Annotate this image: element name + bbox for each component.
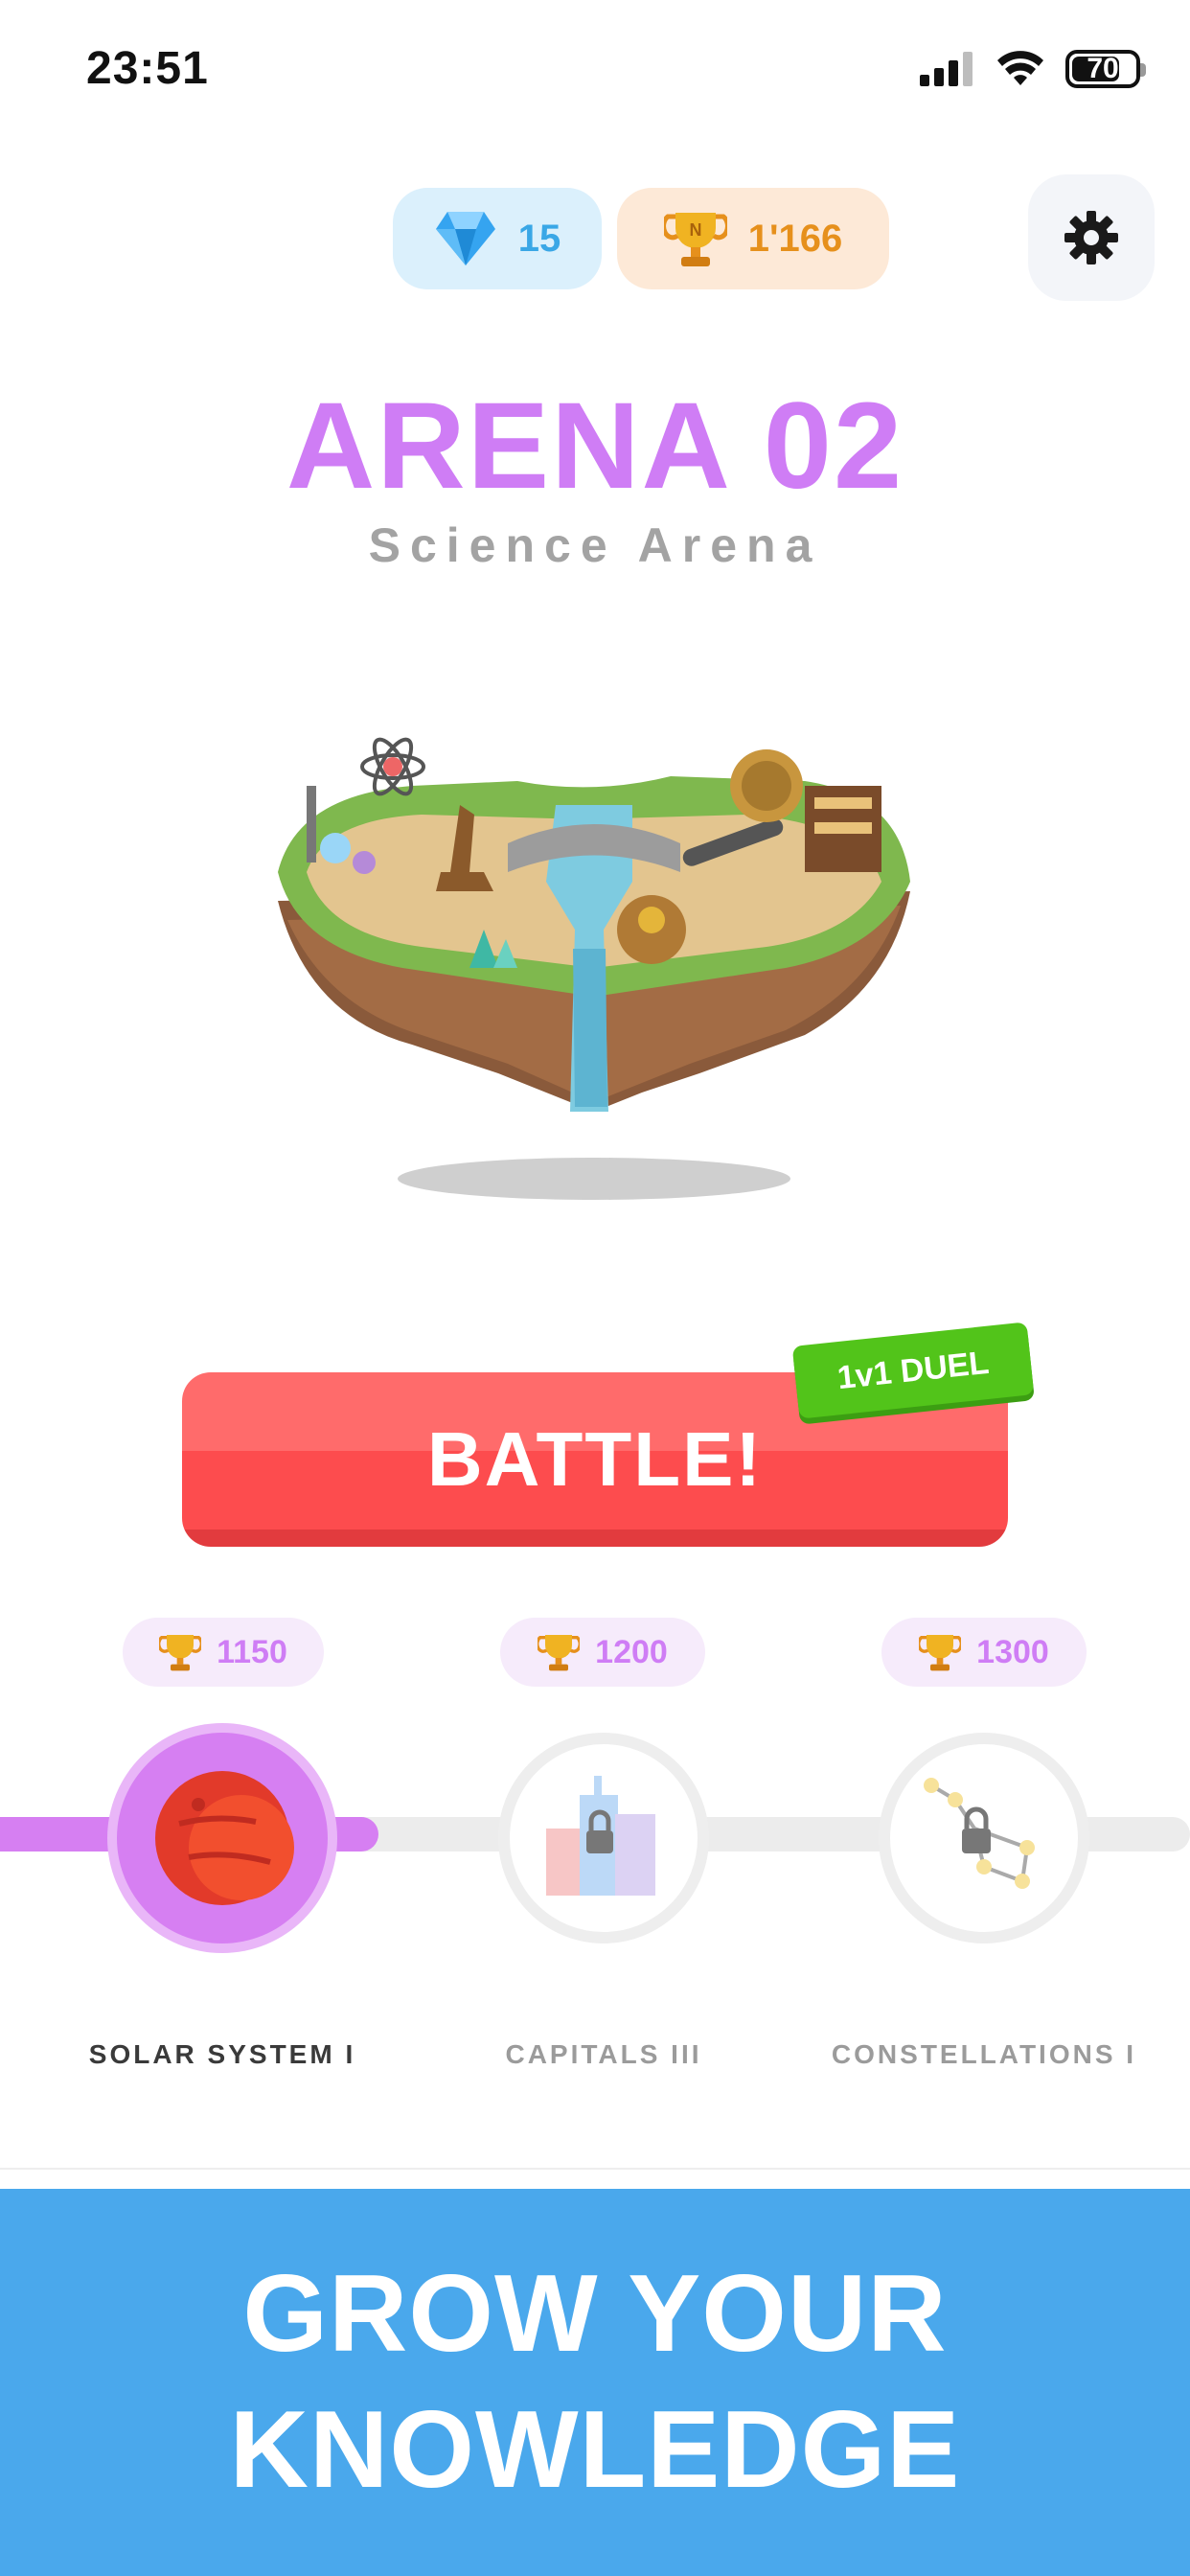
status-time: 23:51 [86,43,209,94]
level-label-capitals: CAPITALS III [505,2039,702,2069]
gems-count: 15 [517,217,561,260]
level-label-constellations: CONSTELLATIONS I [831,2039,1137,2069]
constellation-lock-icon [924,1778,1035,1889]
battery-percentage: 70 [1087,53,1119,84]
level-label-solar-system: SOLAR SYSTEM I [88,2039,356,2069]
city-lock-icon [546,1776,655,1896]
level-trophy-requirement: 1200 [500,1618,705,1687]
trophies-counter[interactable]: N 1'166 [617,188,889,289]
arena-island-illustration [278,737,910,1200]
level-node-solar-system[interactable] [117,1733,328,1944]
promo-headline-line1: GROW YOUR [242,2253,948,2375]
diamond-icon [435,212,495,265]
trophy-requirement-value: 1300 [976,1633,1049,1670]
arena-subtitle: Science Arena [368,518,822,572]
battery-icon: 70 [1065,50,1146,88]
trophy-requirement-value: 1200 [595,1633,668,1670]
promo-headline-line2: KNOWLEDGE [229,2389,961,2511]
level-trophy-requirement: 1300 [881,1618,1087,1687]
trophy-icon [919,1635,962,1671]
planet-icon [155,1771,294,1905]
wifi-icon [997,51,1043,85]
status-icons: 70 [920,50,1146,88]
arena-title: ARENA 02 [286,378,904,515]
signal-icon [920,52,973,86]
level-trophy-requirement: 1150 [123,1618,324,1687]
trophy-requirement-value: 1150 [217,1633,287,1670]
trophy-icon [538,1635,581,1671]
trophy-icon: N [663,213,727,266]
level-node-constellations[interactable] [879,1733,1089,1944]
svg-text:N: N [689,220,701,240]
promo-banner: GROW YOUR KNOWLEDGE [0,2189,1190,2576]
trophy-icon [159,1635,202,1671]
gems-counter[interactable]: 15 [393,188,602,289]
settings-button[interactable] [1028,174,1155,301]
level-node-capitals[interactable] [498,1733,709,1944]
trophies-count: 1'166 [747,217,843,260]
gear-icon [1064,211,1118,264]
section-divider [0,2168,1190,2170]
